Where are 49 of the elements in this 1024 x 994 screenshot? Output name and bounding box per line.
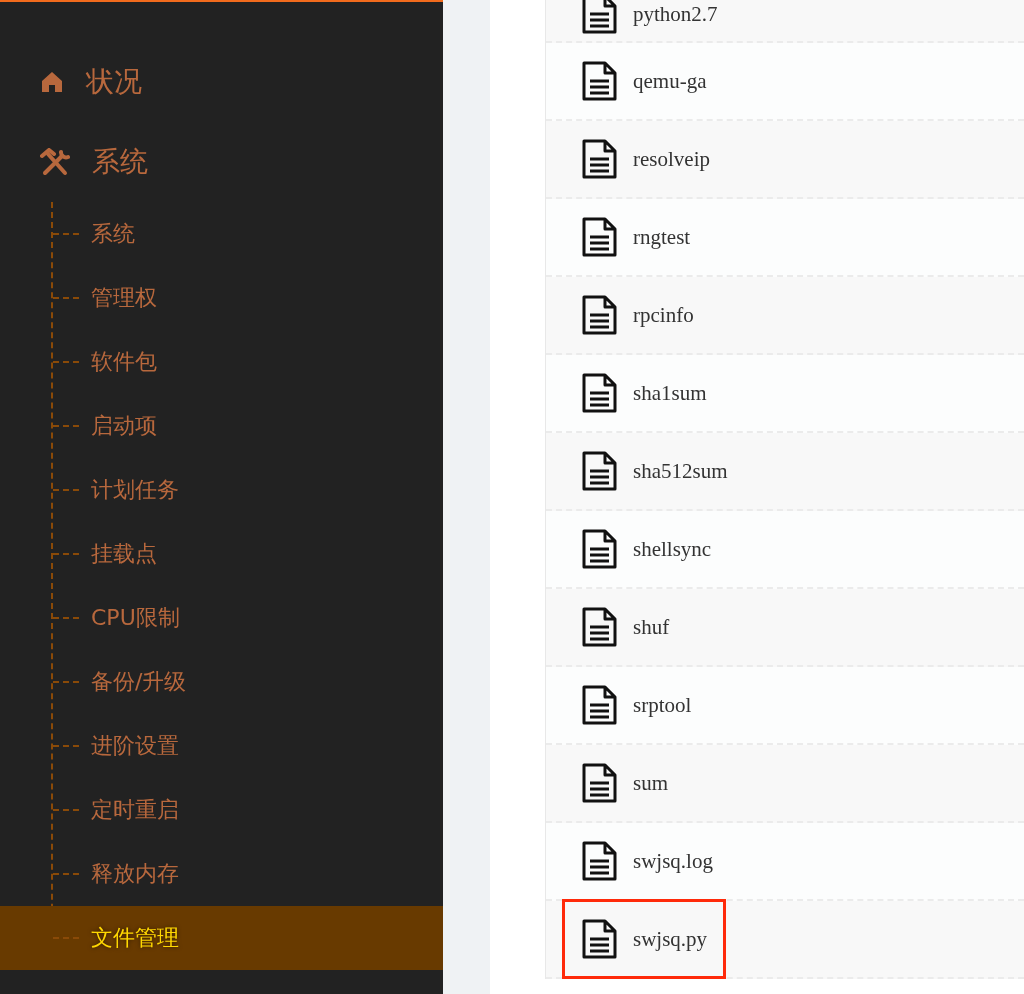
file-name: python2.7 [633, 1, 718, 27]
file-name: swjsq.log [633, 848, 713, 874]
file-entry[interactable]: swjsq.log [562, 821, 732, 901]
file-name: rpcinfo [633, 302, 694, 328]
document-icon [581, 373, 617, 413]
file-name: srptool [633, 692, 692, 718]
file-name: rngtest [633, 224, 691, 250]
document-icon [581, 685, 617, 725]
document-icon [581, 61, 617, 101]
file-name: resolveip [633, 146, 710, 172]
submenu-item[interactable]: 启动项 [0, 394, 443, 458]
tools-icon [40, 148, 70, 176]
file-entry[interactable]: qemu-ga [562, 41, 726, 121]
submenu-item[interactable]: 挂载点 [0, 522, 443, 586]
submenu-item[interactable]: 文件管理 [0, 906, 443, 970]
submenu-item[interactable]: 管理权 [0, 266, 443, 330]
file-entry[interactable]: sha1sum [562, 353, 726, 433]
file-name: sha512sum [633, 458, 728, 484]
file-name: swjsq.py [633, 926, 708, 952]
document-icon [581, 763, 617, 803]
document-icon [581, 451, 617, 491]
submenu-item[interactable]: 计划任务 [0, 458, 443, 522]
home-icon [40, 70, 64, 94]
document-icon [581, 139, 617, 179]
file-entry[interactable]: shellsync [562, 509, 731, 589]
file-name: sum [633, 770, 668, 796]
document-icon [581, 0, 617, 34]
submenu-item[interactable]: 软件包 [0, 330, 443, 394]
document-icon [581, 841, 617, 881]
submenu-item[interactable]: 释放内存 [0, 842, 443, 906]
submenu-item[interactable]: 备份/升级 [0, 650, 443, 714]
menu-item[interactable]: 系统 [92, 143, 148, 181]
file-name: shuf [633, 614, 670, 640]
submenu-item[interactable]: CPU限制 [0, 586, 443, 650]
submenu-item[interactable]: 系统 [0, 202, 443, 266]
document-icon [581, 217, 617, 257]
document-icon [581, 295, 617, 335]
file-name: sha1sum [633, 380, 707, 406]
submenu-item[interactable]: 进阶设置 [0, 714, 443, 778]
document-icon [581, 607, 617, 647]
highlight-frame[interactable]: swjsq.py [562, 899, 727, 979]
menu-item[interactable]: 状况 [86, 63, 142, 101]
file-name: shellsync [633, 536, 712, 562]
document-icon [581, 529, 617, 569]
submenu-item[interactable]: 定时重启 [0, 778, 443, 842]
file-entry[interactable]: rngtest [562, 197, 710, 277]
file-name: qemu-ga [633, 68, 707, 94]
file-entry[interactable]: srptool [562, 665, 711, 745]
document-icon [581, 919, 617, 959]
